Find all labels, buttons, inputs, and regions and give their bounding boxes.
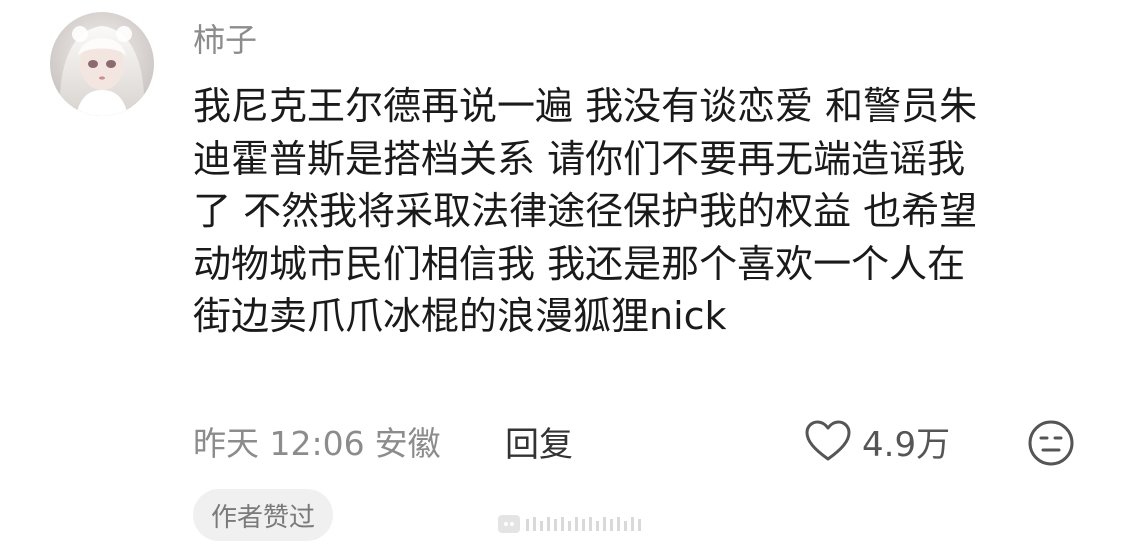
comment-item: 柿子 我尼克王尔德再说一遍 我没有谈恋爱 和警员朱 迪霍普斯是搭档关系 请你们不… <box>0 0 1125 557</box>
comment-meta: 昨天 12:06 安徽 <box>193 416 441 466</box>
comment-line: 迪霍普斯是搭档关系 请你们不要再无端造谣我 <box>193 136 966 181</box>
like-count: 4.9万 <box>862 424 951 465</box>
username[interactable]: 柿子 <box>193 18 257 62</box>
heart-outline-icon <box>805 420 851 461</box>
bilibili-watermark <box>498 513 644 535</box>
neutral-face-icon <box>1028 420 1074 466</box>
comment-content: 我尼克王尔德再说一遍 我没有谈恋爱 和警员朱 迪霍普斯是搭档关系 请你们不要再无… <box>193 80 1083 343</box>
like-button[interactable]: 4.9万 <box>804 415 950 467</box>
comment-line: 街边卖爪爪冰棍的浪漫狐狸nick <box>193 294 727 338</box>
comment-line: 动物城市民们相信我 我还是那个喜欢一个人在 <box>193 241 966 286</box>
watermark-icon <box>498 515 641 533</box>
avatar[interactable] <box>50 12 154 116</box>
avatar-image <box>50 12 154 116</box>
comment-location: 安徽 <box>374 424 441 463</box>
author-liked-badge: 作者赞过 <box>193 489 334 541</box>
comment-time: 昨天 12:06 <box>193 424 365 463</box>
reply-button[interactable]: 回复 <box>505 416 573 466</box>
comment-line: 我尼克王尔德再说一遍 我没有谈恋爱 和警员朱 <box>193 84 978 128</box>
comment-line: 了 不然我将采取法律途径保护我的权益 也希望 <box>193 189 978 233</box>
dislike-button[interactable] <box>1027 419 1075 467</box>
